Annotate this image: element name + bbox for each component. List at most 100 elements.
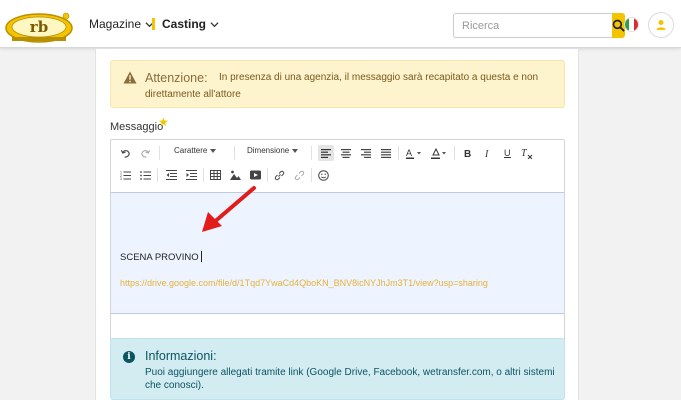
font-family-label: Carattere — [174, 146, 208, 155]
italian-flag-icon[interactable] — [624, 17, 639, 32]
ordered-list-button[interactable]: 123 — [117, 167, 133, 183]
toolbar-divider — [398, 146, 399, 160]
nav-casting-label: Casting — [162, 17, 207, 31]
warning-title: Attenzione: — [145, 71, 208, 85]
svg-text:3: 3 — [120, 177, 122, 180]
nav-magazine[interactable]: Magazine — [89, 17, 154, 31]
ordered-list-icon: 123 — [120, 171, 131, 180]
toolbar-divider — [159, 146, 160, 160]
table-icon — [209, 170, 221, 180]
text-color-icon: A — [406, 148, 421, 159]
bold-button[interactable]: B — [459, 145, 475, 161]
outdent-icon — [165, 170, 177, 180]
bullet-list-icon — [139, 171, 151, 180]
underline-icon: U — [503, 148, 511, 158]
toolbar-divider — [311, 146, 312, 160]
required-star-icon: ★ — [158, 115, 169, 129]
svg-text:T: T — [521, 148, 528, 159]
emoji-icon — [317, 169, 329, 181]
font-size-label: Dimensione — [247, 146, 290, 155]
editor-content-area[interactable]: SCENA PROVINO https://drive.google.com/f… — [111, 192, 564, 314]
warning-text-continued: direttamente all'attore — [145, 89, 241, 100]
bold-icon: B — [464, 149, 471, 158]
search-icon — [612, 19, 625, 32]
indent-icon — [185, 170, 197, 180]
toolbar-divider — [234, 146, 235, 160]
align-right-icon — [361, 148, 371, 158]
italic-button[interactable]: I — [479, 145, 495, 161]
info-icon: i — [123, 351, 135, 363]
text-color-button[interactable]: A — [404, 145, 426, 161]
insert-video-button[interactable] — [247, 167, 263, 183]
editor-toolbar-row-2: 123 — [111, 164, 564, 186]
font-size-dropdown[interactable]: Dimensione — [247, 146, 299, 155]
unlink-button[interactable] — [291, 167, 307, 183]
info-text: Puoi aggiungere allegati tramite link (G… — [145, 367, 555, 378]
svg-text:I: I — [484, 149, 489, 158]
editor-body-text: SCENA PROVINO — [120, 251, 202, 263]
clear-format-button[interactable]: T — [519, 145, 535, 161]
caret-down-icon — [210, 148, 217, 153]
warning-icon — [123, 71, 137, 84]
align-left-button[interactable] — [318, 145, 334, 161]
align-justify-icon — [381, 148, 391, 158]
svg-text:U: U — [504, 148, 511, 158]
chevron-down-icon — [210, 21, 219, 27]
bullet-list-button[interactable] — [137, 167, 153, 183]
message-form-card: Attenzione: In presenza di una agenzia, … — [95, 49, 579, 400]
warning-text: In presenza di una agenzia, il messaggio… — [219, 72, 539, 83]
insert-link-button[interactable] — [271, 167, 287, 183]
caret-down-icon — [292, 148, 299, 153]
nav-magazine-label: Magazine — [89, 17, 142, 31]
insert-image-button[interactable] — [227, 167, 243, 183]
align-center-icon — [341, 148, 351, 158]
highlight-color-button[interactable] — [429, 145, 451, 161]
toolbar-divider — [157, 168, 158, 182]
video-icon — [249, 170, 261, 180]
user-icon — [656, 20, 666, 30]
text-caret — [200, 251, 202, 262]
redo-button[interactable] — [137, 145, 153, 161]
nav-casting[interactable]: Casting — [152, 17, 219, 31]
editor-body-text-value: SCENA PROVINO — [120, 252, 199, 263]
undo-icon — [120, 149, 130, 158]
clear-format-icon: T — [521, 148, 533, 159]
red-arrow-annotation-icon — [202, 186, 256, 232]
info-alert: i Informazioni: Puoi aggiungere allegati… — [110, 338, 565, 400]
font-family-dropdown[interactable]: Carattere — [174, 146, 217, 155]
redo-icon — [140, 149, 150, 158]
info-title: Informazioni: — [145, 349, 217, 363]
toolbar-divider — [311, 168, 312, 182]
unlink-icon — [294, 170, 304, 180]
align-center-button[interactable] — [338, 145, 354, 161]
editor-toolbar-row-1: Carattere Dimensione A B I U T — [111, 142, 564, 164]
svg-text:A: A — [406, 148, 412, 158]
insert-table-button[interactable] — [207, 167, 223, 183]
indent-button[interactable] — [183, 167, 199, 183]
site-logo[interactable]: rb — [4, 8, 74, 44]
link-icon — [274, 170, 284, 180]
user-account-button[interactable] — [648, 12, 674, 38]
active-indicator — [152, 18, 155, 30]
italic-icon: I — [484, 149, 489, 158]
align-left-icon — [321, 148, 331, 158]
toolbar-divider — [454, 146, 455, 160]
align-right-button[interactable] — [358, 145, 374, 161]
info-text-continued: che conosci). — [145, 380, 204, 391]
highlight-icon — [431, 147, 446, 159]
svg-text:rb: rb — [30, 18, 48, 36]
toolbar-divider — [267, 168, 268, 182]
toolbar-divider — [203, 168, 204, 182]
warning-alert: Attenzione: In presenza di una agenzia, … — [110, 60, 565, 108]
outdent-button[interactable] — [163, 167, 179, 183]
search-button[interactable] — [612, 13, 625, 38]
underline-button[interactable]: U — [499, 145, 515, 161]
top-navbar: rb Magazine Casting — [0, 0, 681, 48]
insert-emoji-button[interactable] — [315, 167, 331, 183]
undo-button[interactable] — [117, 145, 133, 161]
message-label: Messaggio — [110, 121, 164, 133]
search-input[interactable] — [453, 13, 612, 38]
drive-link[interactable]: https://drive.google.com/file/d/1Tqd7Ywa… — [120, 278, 488, 288]
svg-text:B: B — [464, 149, 471, 158]
align-justify-button[interactable] — [378, 145, 394, 161]
